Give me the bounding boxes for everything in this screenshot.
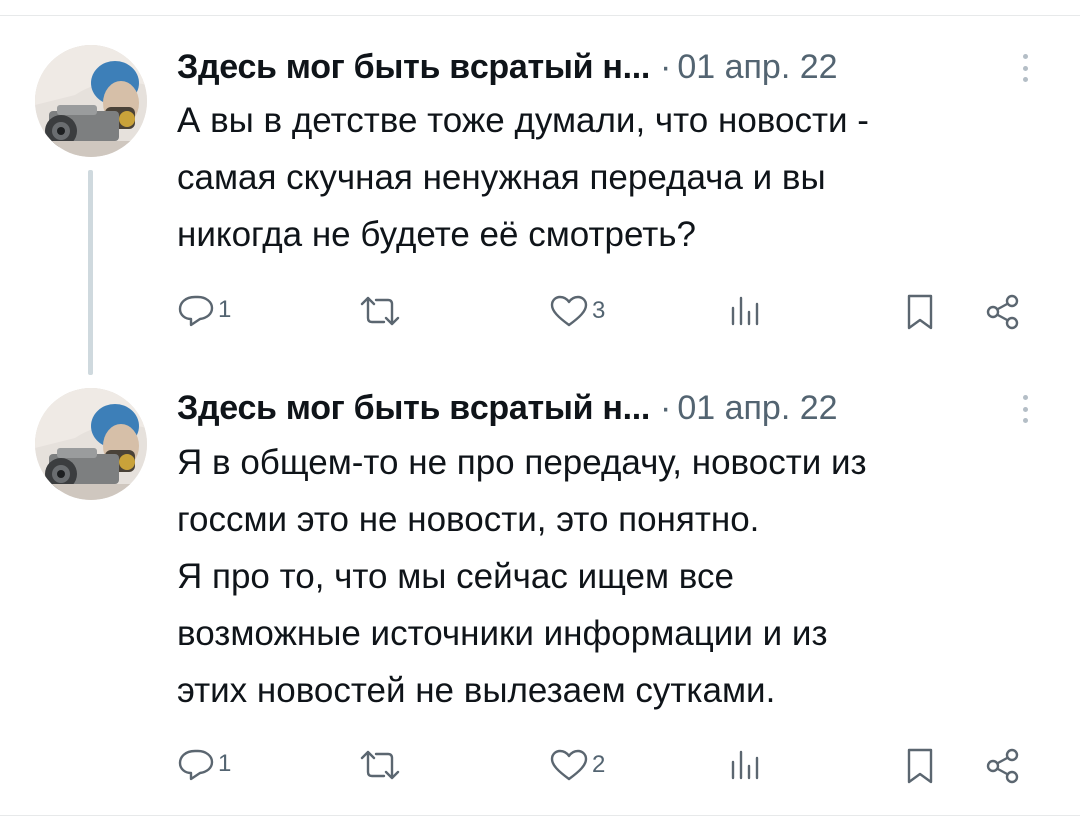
bookmark-icon <box>907 294 933 330</box>
bookmark-button[interactable] <box>902 292 938 332</box>
tweet-text-line: этих новостей не вылезаем сутками. <box>177 671 776 710</box>
avatar-image <box>35 388 147 500</box>
reply-button[interactable]: 1 <box>176 292 231 328</box>
share-icon <box>986 748 1019 784</box>
retweet-button[interactable] <box>356 294 406 328</box>
tweet-text-line: Я в общем-то не про передачу, новости из <box>177 443 867 482</box>
tweet-text-line: возможные источники информации и из <box>177 614 828 653</box>
like-button[interactable]: 3 <box>548 294 605 328</box>
avatar[interactable] <box>35 388 147 500</box>
like-button[interactable]: 2 <box>548 748 605 782</box>
tweet-text: А вы в детстве тоже думали, что новости … <box>177 92 1037 263</box>
like-count: 3 <box>592 297 606 324</box>
views-button[interactable] <box>724 748 764 782</box>
bookmark-button[interactable] <box>902 746 938 786</box>
reply-icon <box>178 295 214 327</box>
reply-button[interactable]: 1 <box>176 746 231 782</box>
tweet-1[interactable]: Здесь мог быть вcратый н... · 01 апр. 22… <box>0 0 1080 380</box>
tweet-text-line: госсми это не новости, это понятно. <box>177 500 760 539</box>
views-icon <box>731 750 759 780</box>
avatar-image <box>35 45 147 157</box>
tweet-date[interactable]: 01 апр. 22 <box>677 43 837 91</box>
tweet-2[interactable]: Здесь мог быть вcратый н... · 01 апр. 22… <box>0 380 1080 815</box>
tweet-text-line: А вы в детстве тоже думали, что новости … <box>177 101 869 140</box>
like-icon <box>550 749 588 781</box>
header-separator: · <box>660 389 672 427</box>
reply-icon <box>178 749 214 781</box>
more-icon[interactable] <box>1018 389 1032 429</box>
retweet-icon <box>360 750 400 780</box>
retweet-button[interactable] <box>356 748 406 782</box>
author-name[interactable]: Здесь мог быть вcратый н... <box>177 384 650 432</box>
share-button[interactable] <box>984 746 1024 786</box>
tweet-text-line: Я про то, что мы сейчас ищем все <box>177 557 734 596</box>
header-separator: · <box>660 48 672 86</box>
views-icon <box>731 296 759 326</box>
reply-count: 1 <box>218 750 232 777</box>
tweet-header: Здесь мог быть вcратый н... · 01 апр. 22 <box>177 384 838 432</box>
author-name[interactable]: Здесь мог быть вcратый н... <box>177 43 650 91</box>
tweet-text-line: самая скучная ненужная передача и вы <box>177 158 826 197</box>
avatar[interactable] <box>35 45 147 157</box>
bottom-divider <box>0 815 1080 816</box>
share-icon <box>986 294 1019 330</box>
retweet-icon <box>360 296 400 326</box>
views-button[interactable] <box>724 294 764 328</box>
like-count: 2 <box>592 751 606 778</box>
like-icon <box>550 295 588 327</box>
tweet-text-line: никогда не будете её смотреть? <box>177 215 696 254</box>
tweet-date[interactable]: 01 апр. 22 <box>677 384 837 432</box>
share-button[interactable] <box>984 292 1024 332</box>
bookmark-icon <box>907 748 933 784</box>
tweet-header: Здесь мог быть вcратый н... · 01 апр. 22 <box>177 43 838 91</box>
more-icon[interactable] <box>1018 48 1032 88</box>
reply-count: 1 <box>218 296 232 323</box>
tweet-text: Я в общем-то не про передачу, новости из… <box>177 434 1037 719</box>
